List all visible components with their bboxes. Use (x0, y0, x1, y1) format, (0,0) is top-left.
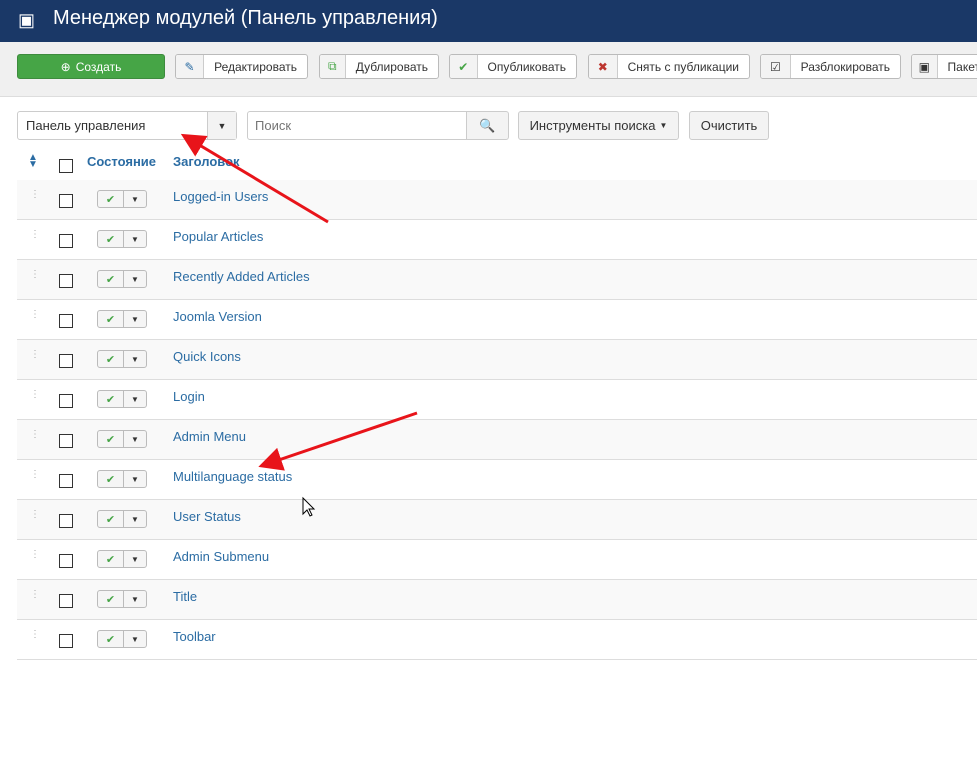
arrow (258, 411, 418, 471)
arrow (180, 133, 329, 224)
mouse-cursor-icon (302, 496, 316, 517)
annotation-arrows (180, 133, 418, 517)
